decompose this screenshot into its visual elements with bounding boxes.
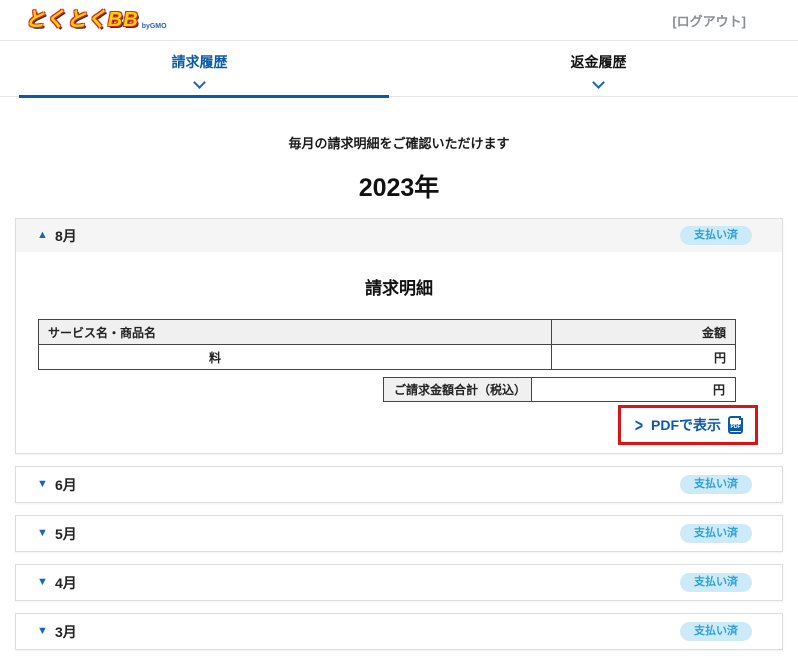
chevron-down-icon bbox=[193, 76, 206, 89]
service-name-cell: 料 bbox=[38, 344, 552, 370]
brand-logo-subtext: byGMO bbox=[141, 23, 167, 30]
paid-status-badge: 支払い済 bbox=[680, 524, 752, 543]
paid-status-badge: 支払い済 bbox=[680, 573, 752, 592]
paid-status-badge: 支払い済 bbox=[680, 226, 752, 245]
paid-status-badge: 支払い済 bbox=[680, 475, 752, 494]
months-list: ▲ 8月 支払い済 請求明細 サービス名・商品名 金額 料 円 ご請求金額合計（… bbox=[15, 218, 783, 650]
month-label: 3月 bbox=[55, 623, 77, 640]
month-accordion-header[interactable]: ▼ 6月 支払い済 bbox=[16, 467, 782, 502]
amount-cell: 円 bbox=[551, 344, 736, 370]
billing-detail-table: サービス名・商品名 金額 料 円 bbox=[38, 319, 736, 370]
detail-title: 請求明細 bbox=[365, 279, 433, 298]
month-panel-may: ▼ 5月 支払い済 bbox=[15, 515, 783, 552]
billing-total-table: ご請求金額合計（税込） 円 bbox=[383, 377, 736, 402]
month-accordion-header[interactable]: ▲ 8月 支払い済 bbox=[16, 219, 782, 252]
tab-refund-history-label: 返金履歴 bbox=[570, 54, 627, 70]
tab-refund-history[interactable]: 返金履歴 bbox=[399, 41, 798, 96]
column-header-service-name: サービス名・商品名 bbox=[38, 319, 552, 345]
month-panel-august: ▲ 8月 支払い済 請求明細 サービス名・商品名 金額 料 円 ご請求金額合計（… bbox=[15, 218, 783, 454]
chevron-right-icon: > bbox=[634, 414, 643, 436]
month-panel-june: ▼ 6月 支払い済 bbox=[15, 466, 783, 503]
triangle-down-icon: ▼ bbox=[37, 478, 48, 490]
brand-logo[interactable]: とくとくBB byGMO bbox=[25, 10, 167, 30]
pdf-file-icon: PDF bbox=[728, 416, 743, 434]
billing-detail-section: 請求明細 サービス名・商品名 金額 料 円 ご請求金額合計（税込） 円 > PD… bbox=[16, 274, 782, 453]
page-fold bbox=[739, 416, 743, 420]
year-heading: 2023年 bbox=[358, 174, 440, 202]
pdf-link-label: PDFで表示 bbox=[651, 417, 721, 433]
triangle-up-icon: ▲ bbox=[37, 229, 48, 241]
month-accordion-header[interactable]: ▼ 3月 支払い済 bbox=[16, 614, 782, 649]
pdf-link-row: > PDFで表示 PDF bbox=[38, 405, 758, 445]
table-header-row: サービス名・商品名 金額 bbox=[38, 319, 736, 345]
total-label-cell: ご請求金額合計（税込） bbox=[383, 377, 532, 402]
column-header-amount: 金額 bbox=[551, 319, 736, 345]
total-row: ご請求金額合計（税込） 円 bbox=[383, 377, 736, 402]
month-label: 8月 bbox=[55, 227, 77, 244]
month-accordion-header[interactable]: ▼ 5月 支払い済 bbox=[16, 516, 782, 551]
month-accordion-header[interactable]: ▼ 4月 支払い済 bbox=[16, 565, 782, 600]
pdf-icon-label: PDF bbox=[730, 424, 741, 431]
logout-link[interactable]: [ログアウト] bbox=[672, 11, 746, 30]
month-panel-april: ▼ 4月 支払い済 bbox=[15, 564, 783, 601]
month-label: 6月 bbox=[55, 476, 77, 493]
tab-bar: 請求履歴 返金履歴 bbox=[0, 41, 798, 98]
triangle-down-icon: ▼ bbox=[37, 576, 48, 588]
table-row: 料 円 bbox=[38, 344, 736, 370]
tab-billing-history[interactable]: 請求履歴 bbox=[0, 41, 399, 98]
intro-text: 毎月の請求明細をご確認いただけます bbox=[288, 136, 510, 151]
total-amount-cell: 円 bbox=[531, 377, 736, 402]
tab-billing-history-label: 請求履歴 bbox=[171, 54, 228, 70]
pdf-view-link[interactable]: > PDFで表示 PDF bbox=[635, 415, 743, 435]
header: とくとくBB byGMO [ログアウト] bbox=[0, 0, 798, 41]
month-label: 5月 bbox=[55, 525, 77, 542]
triangle-down-icon: ▼ bbox=[37, 625, 48, 637]
month-label: 4月 bbox=[55, 574, 77, 591]
month-panel-march: ▼ 3月 支払い済 bbox=[15, 613, 783, 650]
highlight-box: > PDFで表示 PDF bbox=[617, 405, 758, 445]
brand-logo-text: とくとくBB bbox=[25, 9, 139, 31]
triangle-down-icon: ▼ bbox=[37, 527, 48, 539]
chevron-down-icon bbox=[592, 76, 605, 89]
billing-history-page: とくとくBB byGMO [ログアウト] 請求履歴 返金履歴 毎月の請求明細をご… bbox=[0, 0, 798, 650]
paid-status-badge: 支払い済 bbox=[680, 622, 752, 641]
